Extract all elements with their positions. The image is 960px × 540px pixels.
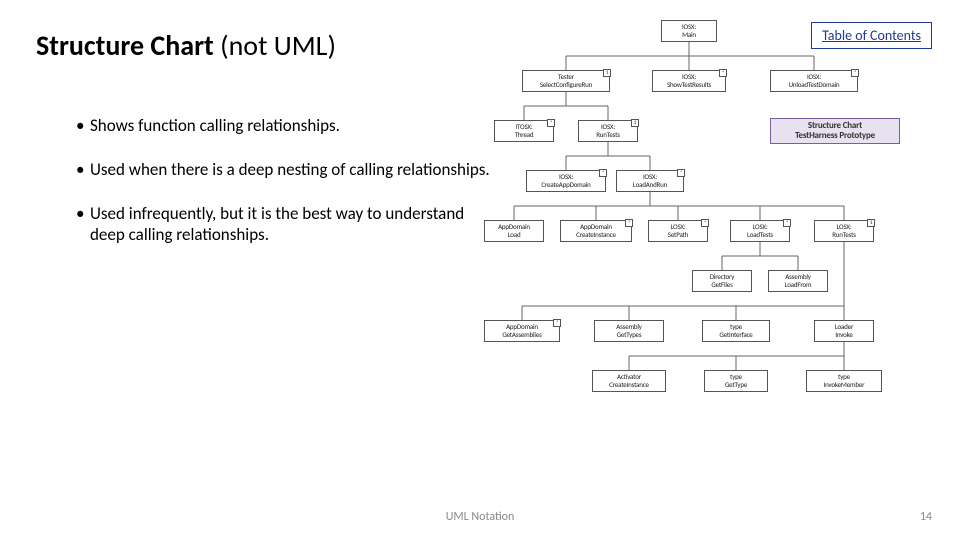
page-title: Structure Chart (not UML) — [36, 28, 336, 63]
node-createappdomain: IOSX:CreateAppDomain* — [526, 170, 606, 192]
node-main: IOSX:Main — [661, 20, 717, 42]
node-getinterface: typeGetInterface — [702, 320, 770, 342]
bullet-item: Shows function calling relationships. — [76, 115, 496, 137]
node-appdomain-create: AppDomainCreateInstance* — [560, 220, 632, 242]
node-invokemember: typeInvokeMember — [806, 370, 882, 392]
node-loadtests: LOSX:LoadTests* — [730, 220, 790, 242]
page-number: 14 — [920, 510, 932, 524]
node-showresults: IOSX:ShowTestResults* — [652, 70, 726, 92]
page-title-rest: (not UML) — [214, 28, 336, 63]
bullet-item: Used infrequently, but it is the best wa… — [76, 203, 496, 247]
node-unload: IOSX:UnloadTestDomain* — [770, 70, 858, 92]
node-runtests-l: LOSX:RunTests1 — [814, 220, 874, 242]
node-activator: ActivatorCreateInstance — [592, 370, 666, 392]
node-getfiles: DirectoryGetFiles — [692, 270, 752, 292]
bullet-item: Used when there is a deep nesting of cal… — [76, 159, 496, 181]
node-runtests: IOSX:RunTests1 — [578, 120, 638, 142]
structure-chart-diagram: IOSX:Main TesterSelectConfigureRun1 IOSX… — [504, 20, 934, 490]
node-gettype: typeGetType — [704, 370, 768, 392]
bullet-list: Shows function calling relationships. Us… — [36, 115, 496, 268]
node-appdomain-load: AppDomainLoad — [484, 220, 544, 242]
node-highlight-title: Structure ChartTestHarness Prototype — [770, 118, 900, 144]
node-invoke: LoaderInvoke — [814, 320, 874, 342]
footer-text: UML Notation — [446, 510, 515, 524]
node-tester: TesterSelectConfigureRun1 — [522, 70, 610, 92]
node-loadandrun: IOSX:LoadAndRun* — [616, 170, 684, 192]
node-getassemblies: AppDomainGetAssemblies* — [484, 320, 560, 342]
node-setpath: LOSX:SetPath* — [648, 220, 708, 242]
node-gettypes: AssemblyGetTypes — [594, 320, 664, 342]
node-loadfrom: AssemblyLoadFrom — [768, 270, 828, 292]
node-thread: ITOSX:Thread* — [494, 120, 554, 142]
page-title-bold: Structure Chart — [36, 28, 214, 63]
